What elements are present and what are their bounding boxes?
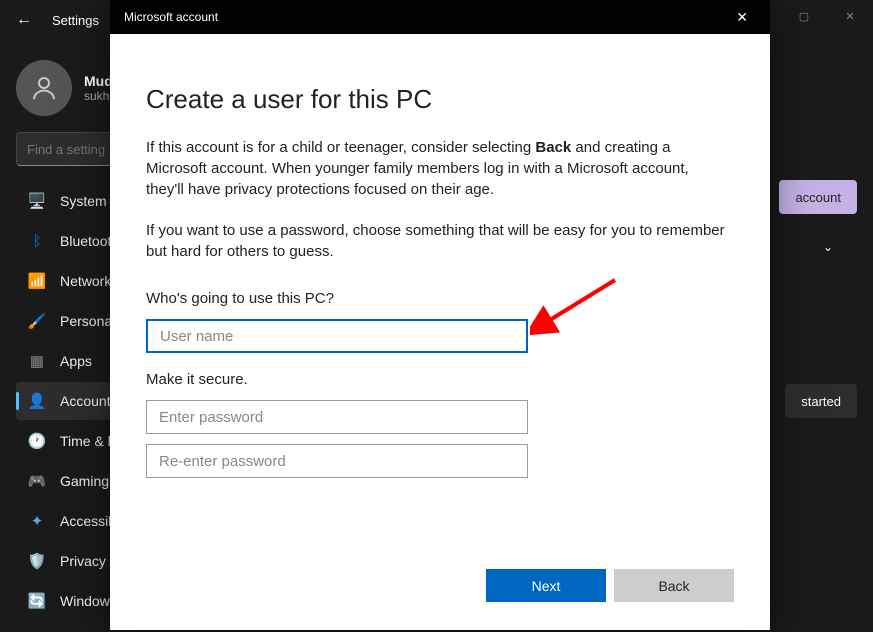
- user-display-name: Mud: [84, 73, 113, 89]
- timela-icon: 🕐: [28, 432, 46, 450]
- username-input[interactable]: [146, 319, 528, 353]
- dialog-paragraph-2: If you want to use a password, choose so…: [146, 220, 726, 262]
- nav-label: Gaming: [60, 473, 109, 489]
- dialog-paragraph-1: If this account is for a child or teenag…: [146, 137, 726, 200]
- gaming-icon: 🎮: [28, 472, 46, 490]
- chevron-down-icon[interactable]: ⌄: [823, 240, 833, 254]
- get-started-button[interactable]: started: [785, 384, 857, 418]
- dialog-heading: Create a user for this PC: [146, 84, 734, 115]
- back-arrow-icon[interactable]: ←: [16, 11, 32, 29]
- back-button[interactable]: Back: [614, 569, 734, 602]
- user-email: sukhi: [84, 89, 113, 103]
- apps-icon: ▦: [28, 352, 46, 370]
- avatar-icon: [16, 60, 72, 116]
- privacy-icon: 🛡️: [28, 552, 46, 570]
- nav-label: Apps: [60, 353, 92, 369]
- account-button[interactable]: account: [779, 180, 857, 214]
- windows-icon: 🔄: [28, 592, 46, 610]
- system-icon: 🖥️: [28, 192, 46, 210]
- password-section-label: Make it secure.: [146, 371, 734, 388]
- personali-icon: 🖌️: [28, 312, 46, 330]
- username-section-label: Who's going to use this PC?: [146, 290, 734, 307]
- close-icon[interactable]: ✕: [728, 5, 756, 30]
- dialog-titlebar: Microsoft account ✕: [110, 0, 770, 34]
- maximize-button[interactable]: ▢: [781, 0, 827, 32]
- dialog-footer: Next Back: [110, 549, 770, 630]
- close-window-button[interactable]: ✕: [827, 0, 873, 32]
- accessibili-icon: ✦: [28, 512, 46, 530]
- nav-label: Windows: [60, 593, 117, 609]
- nav-label: Network: [60, 273, 111, 289]
- para1-text-a: If this account is for a child or teenag…: [146, 139, 535, 156]
- dialog-title: Microsoft account: [124, 10, 218, 24]
- para1-bold: Back: [535, 139, 571, 156]
- nav-label: System: [60, 193, 107, 209]
- microsoft-account-dialog: Microsoft account ✕ Create a user for th…: [110, 0, 770, 630]
- password-input[interactable]: [146, 400, 528, 434]
- settings-window-title: Settings: [52, 13, 99, 28]
- reenter-password-input[interactable]: [146, 444, 528, 478]
- network-icon: 📶: [28, 272, 46, 290]
- accounts-icon: 👤: [28, 392, 46, 410]
- nav-label: Accounts: [60, 393, 118, 409]
- next-button[interactable]: Next: [486, 569, 606, 602]
- bluetooth-icon: ᛒ: [28, 232, 46, 250]
